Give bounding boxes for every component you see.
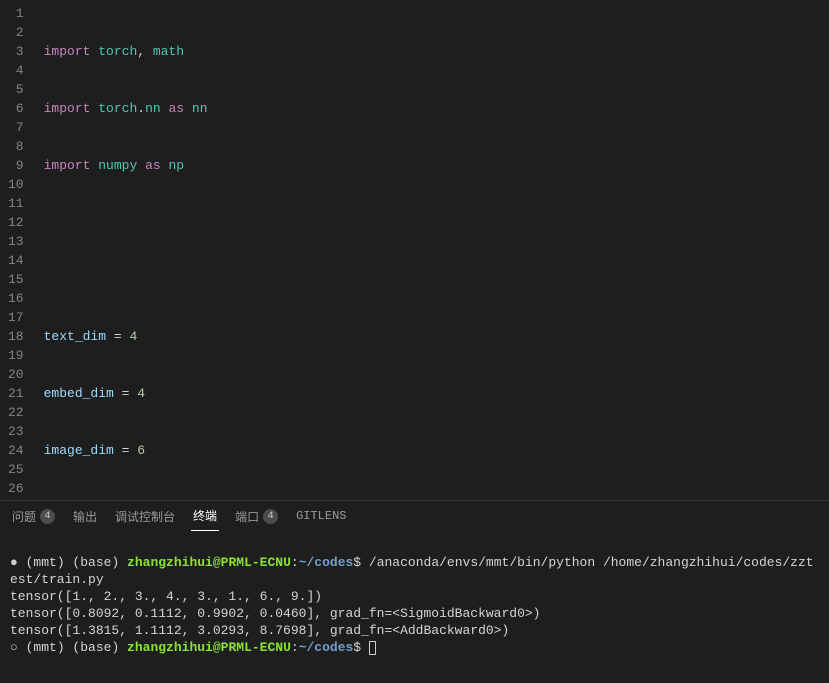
code-line: embed_dim = 4 [38,384,829,403]
tab-debug-console[interactable]: 调试控制台 [113,501,177,531]
terminal-output-line: tensor([1., 2., 3., 4., 3., 1., 6., 9.]) [10,589,322,604]
code-line: text_dim = 4 [38,327,829,346]
bottom-panel: 问题4 输出 调试控制台 终端 端口4 GITLENS ● (mmt) (bas… [0,500,829,683]
code-line [38,270,829,289]
terminal-cursor [369,641,376,655]
code-content[interactable]: import torch, math import torch.nn as nn… [38,0,829,500]
code-line: image_dim = 6 [38,441,829,460]
terminal-output-line: tensor([1.3815, 1.1112, 3.0293, 8.7698],… [10,623,509,638]
line-number-gutter: 1234567891011121314151617181920212223242… [0,0,38,500]
editor-area[interactable]: 1234567891011121314151617181920212223242… [0,0,829,500]
tab-output[interactable]: 输出 [71,501,99,531]
ports-badge: 4 [263,509,278,524]
code-line: import numpy as np [38,156,829,175]
status-dot-icon: ○ [10,640,18,655]
code-line: import torch, math [38,42,829,61]
problems-badge: 4 [40,509,55,524]
tab-terminal[interactable]: 终端 [191,501,219,531]
code-line [38,213,829,232]
panel-tabs: 问题4 输出 调试控制台 终端 端口4 GITLENS [0,501,829,531]
tab-ports[interactable]: 端口4 [233,501,280,531]
code-line: import torch.nn as nn [38,99,829,118]
tab-gitlens[interactable]: GITLENS [294,501,348,531]
tab-problems[interactable]: 问题4 [10,501,57,531]
terminal-content[interactable]: ● (mmt) (base) zhangzhihui@PRML-ECNU:~/c… [0,531,829,683]
status-dot-icon: ● [10,555,18,570]
terminal-output-line: tensor([0.8092, 0.1112, 0.9902, 0.0460],… [10,606,541,621]
